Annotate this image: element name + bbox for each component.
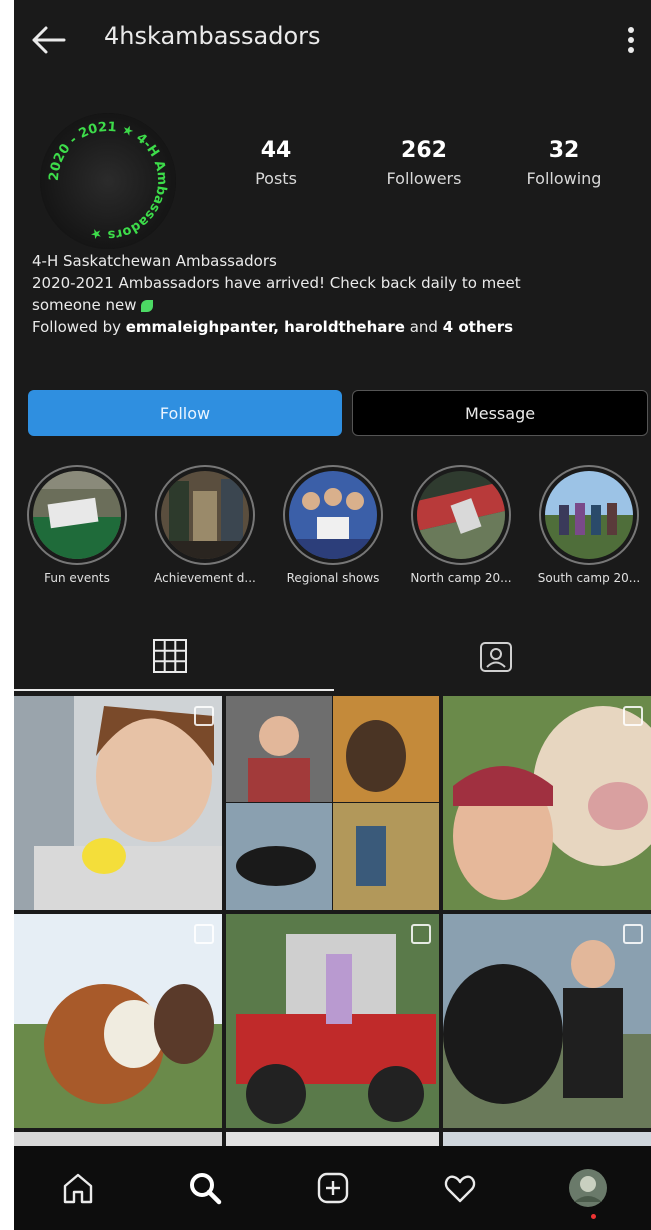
bottom-navigation xyxy=(14,1146,651,1230)
post-thumbnail[interactable] xyxy=(443,914,651,1128)
bio-name: 4-H Saskatchewan Ambassadors xyxy=(32,252,277,270)
highlight-label: Achievement d... xyxy=(154,571,256,585)
add-post-icon xyxy=(317,1172,349,1204)
carousel-icon xyxy=(194,924,214,944)
followed-names: emmaleighpanter, haroldthehare xyxy=(125,318,405,336)
post-thumbnail[interactable] xyxy=(14,696,222,910)
highlight-label: Fun events xyxy=(44,571,110,585)
following-count: 32 xyxy=(548,138,580,163)
profile-avatar[interactable]: 2020 - 2021 ★ 4-H Ambassadors ★ xyxy=(40,113,176,249)
posts-label: Posts xyxy=(255,169,297,188)
highlight-north-camp[interactable]: North camp 20... xyxy=(396,465,526,585)
highlight-thumbnail xyxy=(33,471,121,559)
profile-tabs xyxy=(14,620,651,692)
post-thumbnail[interactable] xyxy=(443,1132,651,1146)
following-label: Following xyxy=(526,169,602,188)
follow-button[interactable]: Follow xyxy=(28,390,342,436)
highlight-label: North camp 20... xyxy=(410,571,512,585)
profile-bio: 4-H Saskatchewan Ambassadors 2020-2021 A… xyxy=(32,250,632,338)
bio-line-2: someone new xyxy=(32,296,137,314)
posts-grid xyxy=(14,696,651,1146)
post-thumbnail[interactable] xyxy=(14,1132,222,1146)
followers-label: Followers xyxy=(386,169,462,188)
post-thumbnail[interactable] xyxy=(226,1132,439,1146)
stat-following[interactable]: 32 Following xyxy=(514,138,614,188)
more-options-icon[interactable] xyxy=(621,22,641,58)
nav-search[interactable] xyxy=(181,1164,229,1212)
followers-count: 262 xyxy=(401,138,447,163)
post-thumbnail[interactable] xyxy=(443,696,651,910)
top-bar: 4hskambassadors xyxy=(14,0,651,80)
profile-avatar-icon xyxy=(569,1169,607,1207)
back-arrow-icon[interactable] xyxy=(28,20,68,60)
highlight-thumbnail xyxy=(545,471,633,559)
followed-and: and xyxy=(404,318,443,336)
grid-view-icon[interactable] xyxy=(152,638,188,674)
highlight-fun-events[interactable]: Fun events xyxy=(14,465,142,585)
carousel-icon xyxy=(623,706,643,726)
highlight-label: South camp 20... xyxy=(537,571,641,585)
notification-dot xyxy=(591,1214,596,1219)
posts-count: 44 xyxy=(260,138,292,163)
home-icon xyxy=(63,1173,93,1204)
highlight-label: Regional shows xyxy=(286,571,380,585)
followed-by[interactable]: Followed by emmaleighpanter, haroldtheha… xyxy=(32,316,632,338)
nav-profile[interactable] xyxy=(564,1164,612,1212)
highlight-achievement[interactable]: Achievement d... xyxy=(140,465,270,585)
profile-username: 4hskambassadors xyxy=(104,22,321,50)
active-tab-indicator xyxy=(14,689,334,691)
nav-create-post[interactable] xyxy=(309,1164,357,1212)
highlight-south-camp[interactable]: South camp 20... xyxy=(524,465,651,585)
bio-line-1: 2020-2021 Ambassadors have arrived! Chec… xyxy=(32,274,521,292)
carousel-icon xyxy=(623,924,643,944)
search-icon xyxy=(190,1173,222,1205)
message-button[interactable]: Message xyxy=(352,390,648,436)
stat-posts[interactable]: 44 Posts xyxy=(246,138,306,188)
avatar-logo: 2020 - 2021 ★ 4-H Ambassadors ★ xyxy=(40,113,176,249)
post-thumbnail[interactable] xyxy=(226,914,439,1128)
carousel-icon xyxy=(411,924,431,944)
nav-home[interactable] xyxy=(54,1164,102,1212)
heart-icon xyxy=(444,1175,476,1203)
stat-followers[interactable]: 262 Followers xyxy=(374,138,474,188)
nav-activity[interactable] xyxy=(436,1164,484,1212)
followed-others: 4 others xyxy=(442,318,514,336)
highlight-thumbnail xyxy=(161,471,249,559)
highlight-regional-shows[interactable]: Regional shows xyxy=(268,465,398,585)
tagged-photos-icon[interactable] xyxy=(478,638,514,674)
carousel-icon xyxy=(194,706,214,726)
followed-prefix: Followed by xyxy=(32,318,126,336)
leaf-emoji-icon xyxy=(140,299,153,312)
highlight-thumbnail xyxy=(289,471,377,559)
highlight-thumbnail xyxy=(417,471,505,559)
post-thumbnail[interactable] xyxy=(226,696,439,910)
post-thumbnail[interactable] xyxy=(14,914,222,1128)
profile-screen: 4hskambassadors 2020 - 2021 ★ 4-H Ambass… xyxy=(14,0,651,1230)
